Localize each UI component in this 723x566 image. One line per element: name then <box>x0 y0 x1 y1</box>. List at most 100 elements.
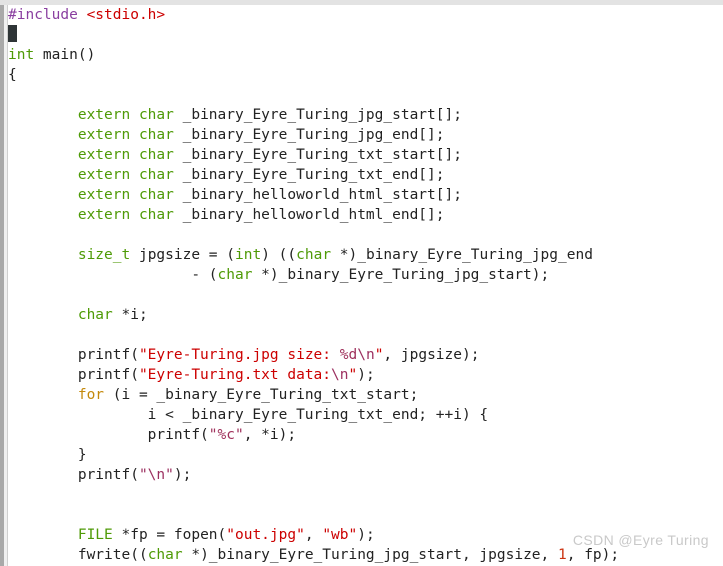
token-string-outjpg: "out.jpg" <box>226 527 305 543</box>
code-line-18: printf("Eyre-Turing.jpg size: %d\n", jpg… <box>8 345 723 365</box>
token-extern: extern char <box>77 207 174 223</box>
indent: printf( <box>8 467 139 483</box>
token-extern: extern char <box>77 167 174 183</box>
token-fopen: *fp = fopen( <box>112 527 227 543</box>
indent: printf( <box>8 347 139 363</box>
source-code[interactable]: #include <stdio.h> int main() { extern cha… <box>8 5 723 566</box>
token-decl: _binary_Eyre_Turing_txt_end[]; <box>173 167 445 183</box>
token-args2: ); <box>357 367 375 383</box>
indent: - ( <box>8 267 218 283</box>
code-line-2 <box>8 25 723 45</box>
token-decl: _binary_helloworld_html_end[]; <box>173 207 445 223</box>
token-args4: ); <box>173 467 192 483</box>
text-cursor[interactable] <box>8 25 17 42</box>
token-string: "Eyre-Turing.jpg size: <box>138 347 340 363</box>
token-ptr-i: *i; <box>112 307 148 323</box>
code-line-28: fwrite((char *)_binary_Eyre_Turing_jpg_s… <box>8 545 723 565</box>
indent: fwrite(( <box>8 547 148 563</box>
code-line-8: extern char _binary_Eyre_Turing_txt_star… <box>8 145 723 165</box>
indent: printf( <box>8 427 209 443</box>
csdn-watermark-ghost <box>689 550 693 565</box>
code-line-16: char *i; <box>8 305 723 325</box>
token-fwrite-args: *)_binary_Eyre_Turing_jpg_start, jpgsize… <box>182 547 558 563</box>
code-line-4: { <box>8 65 723 85</box>
token-brace-open: { <box>8 67 17 83</box>
token-for: for <box>77 387 105 403</box>
code-line-9: extern char _binary_Eyre_Turing_txt_end[… <box>8 165 723 185</box>
code-line-13: size_t jpgsize = (int) ((char *)_binary_… <box>8 245 723 265</box>
token-expr2: ) (( <box>261 247 297 263</box>
code-line-1: #include <stdio.h> <box>8 5 723 25</box>
token-include-path: <stdio.h> <box>86 7 166 23</box>
token-for-init: (i = _binary_Eyre_Turing_txt_start; <box>104 387 419 403</box>
token-args3: , *i); <box>243 427 297 443</box>
token-size-t: size_t <box>77 247 131 263</box>
token-file-type: FILE <box>77 527 113 543</box>
code-line-20: for (i = _binary_Eyre_Turing_txt_start; <box>8 385 723 405</box>
token-expr3: *)_binary_Eyre_Turing_jpg_end <box>331 247 593 263</box>
token-number-1: 1 <box>558 547 567 563</box>
token-escape2: \n <box>331 367 349 383</box>
token-decl: _binary_Eyre_Turing_jpg_end[]; <box>173 127 445 143</box>
token-expr4: *)_binary_Eyre_Turing_jpg_start); <box>252 267 550 283</box>
token-type-int: int <box>8 47 35 63</box>
token-decl: _binary_Eyre_Turing_jpg_start[]; <box>173 107 462 123</box>
token-string-wb: "wb" <box>322 527 358 543</box>
code-line-6: extern char _binary_Eyre_Turing_jpg_star… <box>8 105 723 125</box>
token-char-cast: char <box>296 247 332 263</box>
code-line-14: - (char *)_binary_Eyre_Turing_jpg_start)… <box>8 265 723 285</box>
code-line-23: } <box>8 445 723 465</box>
token-decl: _binary_Eyre_Turing_txt_start[]; <box>173 147 462 163</box>
code-line-11: extern char _binary_helloworld_html_end[… <box>8 205 723 225</box>
token-string2-close: " <box>348 367 358 383</box>
code-editor-window: #include <stdio.h> int main() { extern cha… <box>0 0 723 566</box>
token-char-decl: char <box>77 307 113 323</box>
csdn-watermark: CSDN @Eyre Turing <box>572 532 709 548</box>
indent: printf( <box>8 367 139 383</box>
token-comma: , <box>304 527 323 543</box>
token-extern: extern char <box>77 107 174 123</box>
code-line-7: extern char _binary_Eyre_Turing_jpg_end[… <box>8 125 723 145</box>
token-format-spec: %d <box>339 347 358 363</box>
token-preprocessor: #include <box>8 7 78 23</box>
token-extern: extern char <box>77 127 174 143</box>
code-line-22: printf("%c", *i); <box>8 425 723 445</box>
token-extern: extern char <box>77 147 174 163</box>
token-escape: \n <box>357 347 375 363</box>
code-text-area[interactable]: #include <stdio.h> int main() { extern cha… <box>8 5 723 566</box>
code-line-19: printf("Eyre-Turing.txt data:\n"); <box>8 365 723 385</box>
token-extern: extern char <box>77 187 174 203</box>
token-escape3: "\n" <box>138 467 174 483</box>
token-close-paren: ); <box>357 527 375 543</box>
token-char-cast3: char <box>147 547 183 563</box>
token-args: , jpgsize); <box>383 347 480 363</box>
token-for-cond: i < _binary_Eyre_Turing_txt_end; ++i) { <box>8 407 489 423</box>
token-fn-main: main() <box>34 47 96 63</box>
token-decl: _binary_helloworld_html_start[]; <box>173 187 462 203</box>
token-int-cast: int <box>235 247 262 263</box>
code-line-3: int main() <box>8 45 723 65</box>
token-string2: "Eyre-Turing.txt data: <box>138 367 332 383</box>
token-brace-close-for: } <box>8 447 87 463</box>
token-fwrite-tail: , fp); <box>566 547 620 563</box>
token-expr: jpgsize = ( <box>130 247 235 263</box>
code-line-24: printf("\n"); <box>8 465 723 485</box>
token-char-cast2: char <box>217 267 253 283</box>
code-line-10: extern char _binary_helloworld_html_star… <box>8 185 723 205</box>
code-line-21: i < _binary_Eyre_Turing_txt_end; ++i) { <box>8 405 723 425</box>
